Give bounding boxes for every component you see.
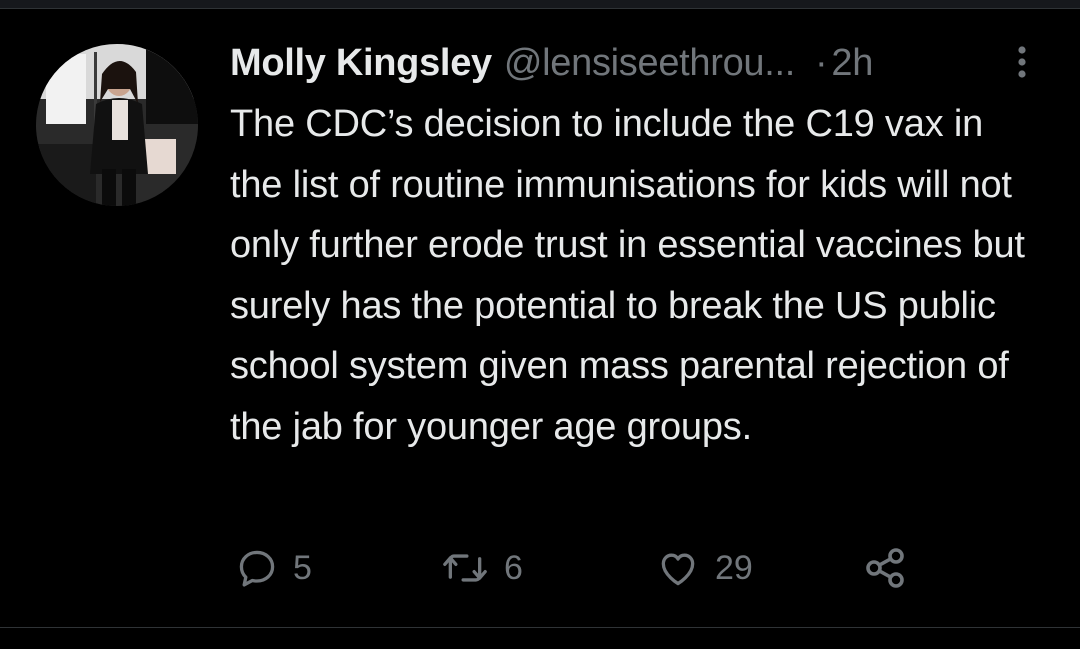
tweet-header: Molly Kingsley @lensiseethrou... · 2h <box>230 38 873 88</box>
author-name[interactable]: Molly Kingsley <box>230 42 492 85</box>
retweet-count: 6 <box>504 549 523 588</box>
like-button[interactable]: 29 <box>655 540 753 596</box>
retweet-button[interactable]: 6 <box>440 540 523 596</box>
more-options-button[interactable] <box>1006 42 1038 82</box>
share-button[interactable] <box>862 540 910 596</box>
heart-icon <box>655 546 701 590</box>
avatar[interactable] <box>36 44 198 206</box>
reply-icon <box>235 546 279 590</box>
more-vertical-icon <box>1006 42 1038 82</box>
reply-button[interactable]: 5 <box>235 540 312 596</box>
reply-count: 5 <box>293 549 312 588</box>
header-separator: · <box>815 42 827 85</box>
avatar-image <box>36 44 198 206</box>
retweet-icon <box>440 546 490 590</box>
like-count: 29 <box>715 549 753 588</box>
tweet-timestamp[interactable]: 2h <box>831 42 873 85</box>
share-icon <box>862 544 910 592</box>
tweet[interactable]: Molly Kingsley @lensiseethrou... · 2h Th… <box>0 0 1080 627</box>
bottom-divider <box>0 627 1080 628</box>
tweet-actions: 5 6 29 <box>0 540 1080 596</box>
tweet-text: The CDC’s decision to include the C19 va… <box>230 94 1030 457</box>
author-handle[interactable]: @lensiseethrou... <box>504 42 795 85</box>
